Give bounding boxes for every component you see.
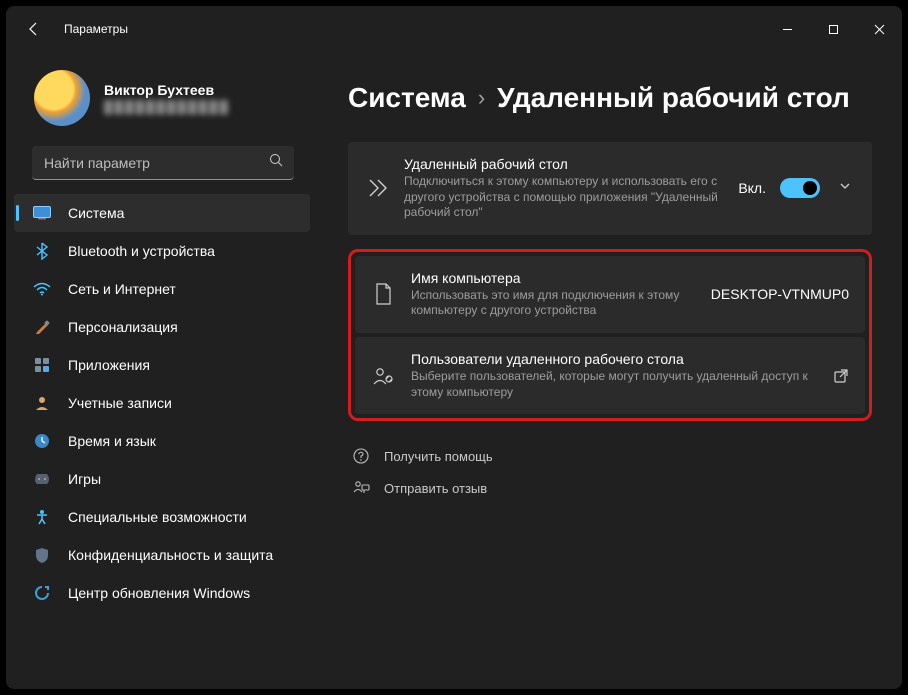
rdp-users-card[interactable]: Пользователи удаленного рабочего стола В…: [355, 337, 865, 414]
nav-label: Центр обновления Windows: [68, 585, 250, 601]
settings-window: Параметры Виктор Бухтеев ████████████: [6, 6, 902, 689]
nav-label: Приложения: [68, 357, 150, 373]
gaming-icon: [32, 469, 52, 489]
nav-apps[interactable]: Приложения: [14, 346, 310, 384]
back-button[interactable]: [22, 17, 46, 41]
nav-label: Время и язык: [68, 433, 156, 449]
help-link[interactable]: Получить помощь: [352, 447, 872, 465]
update-icon: [32, 583, 52, 603]
card-desc: Использовать это имя для подключения к э…: [411, 288, 697, 319]
profile-name: Виктор Бухтеев: [104, 82, 230, 98]
link-label: Получить помощь: [384, 449, 493, 464]
nav-label: Учетные записи: [68, 395, 172, 411]
nav-gaming[interactable]: Игры: [14, 460, 310, 498]
profile-email: ████████████: [104, 100, 230, 114]
highlighted-region: Имя компьютера Использовать это имя для …: [348, 249, 872, 421]
footer-links: Получить помощь Отправить отзыв: [348, 447, 872, 497]
nav-label: Bluetooth и устройства: [68, 243, 215, 259]
card-desc: Подключиться к этому компьютеру и исполь…: [404, 174, 738, 221]
wifi-icon: [32, 279, 52, 299]
file-icon: [369, 271, 397, 317]
nav-windows-update[interactable]: Центр обновления Windows: [14, 574, 310, 612]
card-desc: Выберите пользователей, которые могут по…: [411, 369, 819, 400]
accounts-icon: [32, 393, 52, 413]
pc-name-value: DESKTOP-VTNMUP0: [711, 286, 849, 302]
profile-block[interactable]: Виктор Бухтеев ████████████: [14, 58, 310, 140]
rdp-toggle[interactable]: [780, 178, 820, 198]
card-title: Пользователи удаленного рабочего стола: [411, 351, 819, 367]
breadcrumb-parent[interactable]: Система: [348, 82, 466, 114]
window-title: Параметры: [64, 22, 128, 36]
nav-network[interactable]: Сеть и Интернет: [14, 270, 310, 308]
search-wrap: [32, 146, 294, 180]
maximize-button[interactable]: [810, 13, 856, 45]
sidebar: Виктор Бухтеев ████████████ Система Blue…: [6, 52, 318, 689]
avatar: [34, 70, 90, 126]
nav-list: Система Bluetooth и устройства Сеть и Ин…: [14, 194, 310, 612]
window-controls: [764, 13, 902, 45]
nav-privacy[interactable]: Конфиденциальность и защита: [14, 536, 310, 574]
search-input[interactable]: [32, 146, 294, 180]
shield-icon: [32, 545, 52, 565]
chevron-right-icon: ›: [478, 85, 485, 111]
nav-label: Система: [68, 205, 124, 221]
apps-icon: [32, 355, 52, 375]
nav-label: Игры: [68, 471, 101, 487]
page-title: Удаленный рабочий стол: [497, 82, 850, 114]
nav-label: Специальные возможности: [68, 509, 247, 525]
accessibility-icon: [32, 507, 52, 527]
title-bar: Параметры: [6, 6, 902, 52]
bluetooth-icon: [32, 241, 52, 261]
feedback-link[interactable]: Отправить отзыв: [352, 479, 872, 497]
nav-time-lang[interactable]: Время и язык: [14, 422, 310, 460]
card-title: Имя компьютера: [411, 270, 697, 286]
card-title: Удаленный рабочий стол: [404, 156, 738, 172]
nav-system[interactable]: Система: [14, 194, 310, 232]
pc-name-card[interactable]: Имя компьютера Использовать это имя для …: [355, 256, 865, 333]
nav-label: Персонализация: [68, 319, 178, 335]
open-external-icon[interactable]: [833, 368, 849, 384]
link-label: Отправить отзыв: [384, 481, 487, 496]
breadcrumb: Система › Удаленный рабочий стол: [348, 82, 872, 114]
nav-personalization[interactable]: Персонализация: [14, 308, 310, 346]
nav-label: Конфиденциальность и защита: [68, 547, 273, 563]
paint-icon: [32, 317, 52, 337]
system-icon: [32, 203, 52, 223]
nav-bluetooth[interactable]: Bluetooth и устройства: [14, 232, 310, 270]
clock-icon: [32, 431, 52, 451]
close-button[interactable]: [856, 13, 902, 45]
minimize-button[interactable]: [764, 13, 810, 45]
users-icon: [369, 353, 397, 399]
nav-label: Сеть и Интернет: [68, 281, 176, 297]
rdp-toggle-card[interactable]: Удаленный рабочий стол Подключиться к эт…: [348, 142, 872, 235]
search-icon: [269, 153, 284, 173]
main-content: Система › Удаленный рабочий стол Удаленн…: [318, 52, 902, 689]
nav-accounts[interactable]: Учетные записи: [14, 384, 310, 422]
toggle-label: Вкл.: [738, 180, 766, 196]
chevron-down-icon[interactable]: [834, 179, 856, 198]
rdp-icon: [362, 165, 390, 211]
nav-accessibility[interactable]: Специальные возможности: [14, 498, 310, 536]
